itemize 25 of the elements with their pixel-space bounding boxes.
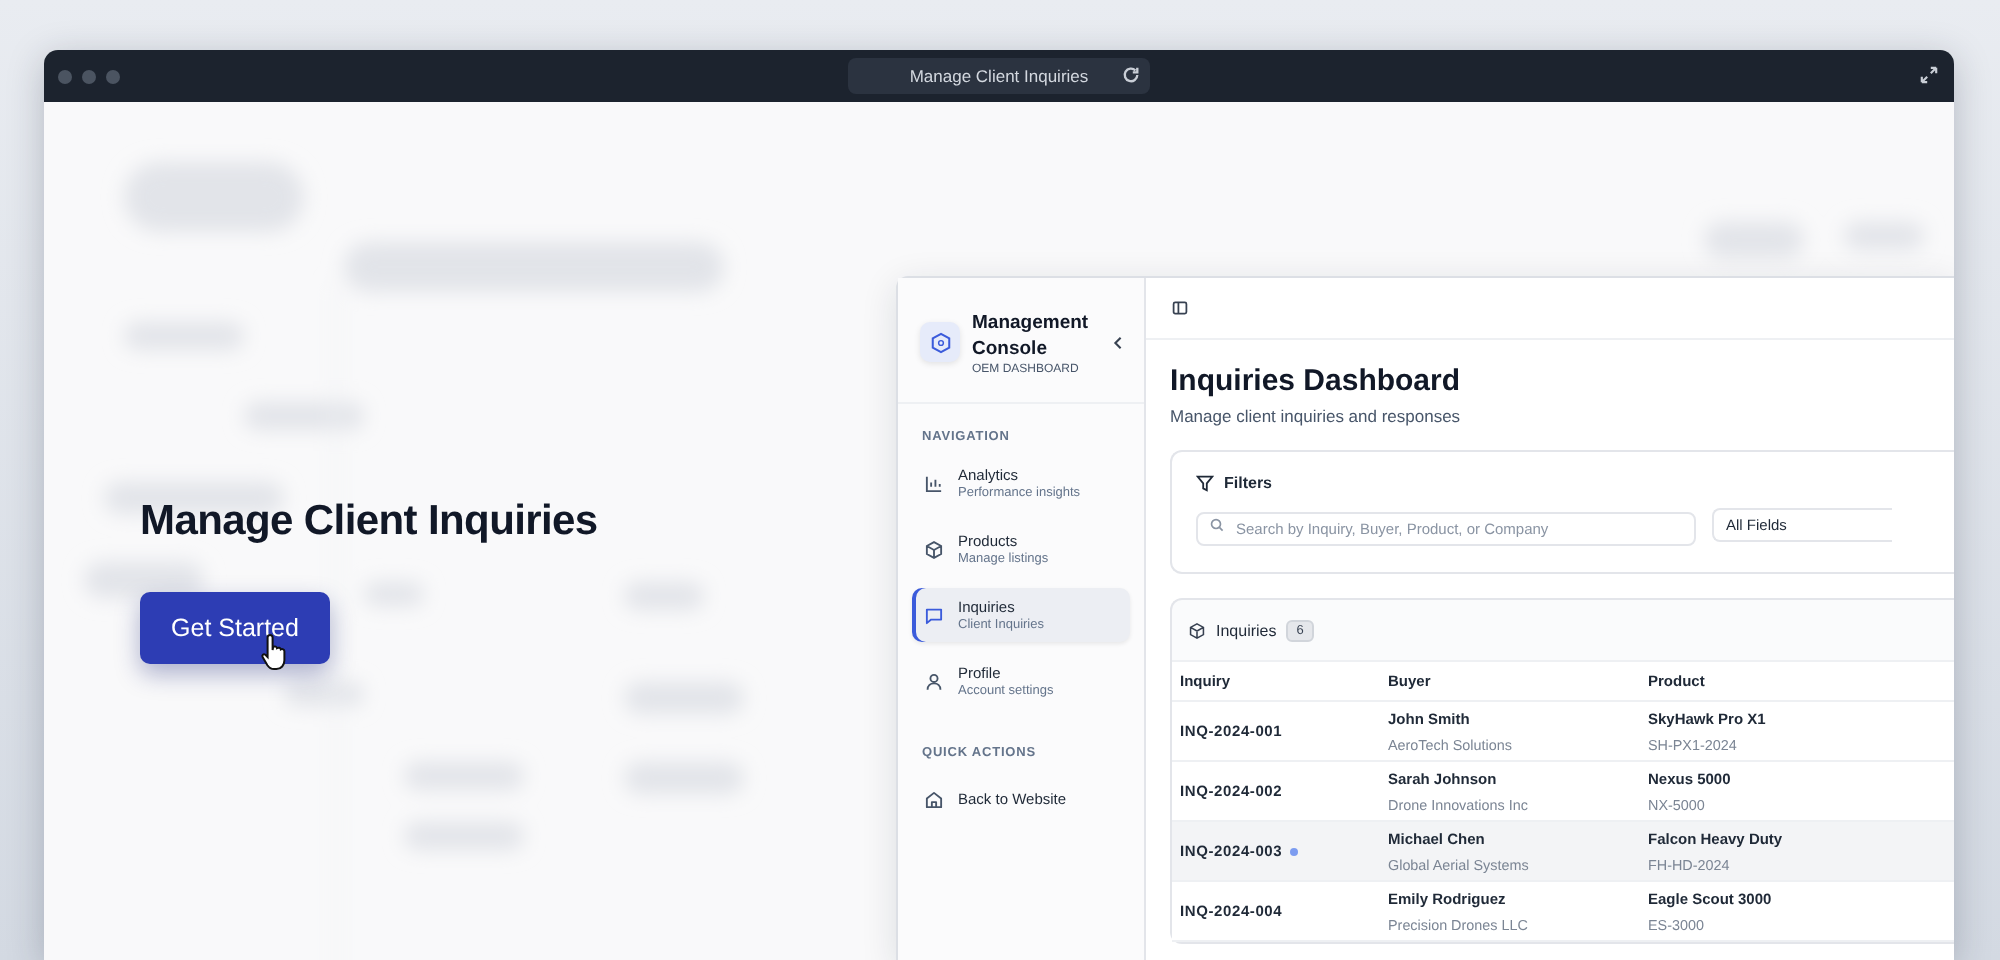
chat-bubble-icon bbox=[924, 605, 944, 625]
window-control-dot[interactable] bbox=[58, 69, 72, 83]
reload-icon[interactable] bbox=[1122, 66, 1140, 84]
bar-chart-icon bbox=[924, 473, 944, 493]
page-heading: Inquiries Dashboard bbox=[1170, 364, 1463, 398]
cube-icon bbox=[924, 539, 944, 559]
house-icon bbox=[924, 789, 944, 809]
console-title: Management Console bbox=[972, 309, 1091, 361]
collapse-chevron-icon[interactable] bbox=[1112, 335, 1124, 349]
filters-label: Filters bbox=[1224, 474, 1273, 492]
page-title: Manage Client Inquiries bbox=[909, 66, 1089, 86]
filter-icon bbox=[1196, 474, 1214, 492]
hero-heading: Manage Client Inquiries bbox=[140, 498, 598, 546]
hexagon-logo-icon bbox=[920, 322, 960, 362]
cube-icon bbox=[1188, 621, 1206, 639]
window-control-dot[interactable] bbox=[106, 69, 120, 83]
window-control-dot[interactable] bbox=[82, 69, 96, 83]
fullscreen-icon[interactable] bbox=[1920, 66, 1938, 84]
table-title: Inquiries bbox=[1216, 621, 1277, 639]
address-bar[interactable]: Manage Client Inquiries bbox=[848, 58, 1150, 94]
search-icon bbox=[1210, 518, 1224, 532]
get-started-button[interactable]: Get Started bbox=[140, 592, 330, 664]
page-subtitle: Manage client inquiries and responses bbox=[1170, 406, 1463, 426]
sidebar-toggle-icon[interactable] bbox=[1172, 300, 1188, 316]
person-icon bbox=[924, 671, 944, 691]
